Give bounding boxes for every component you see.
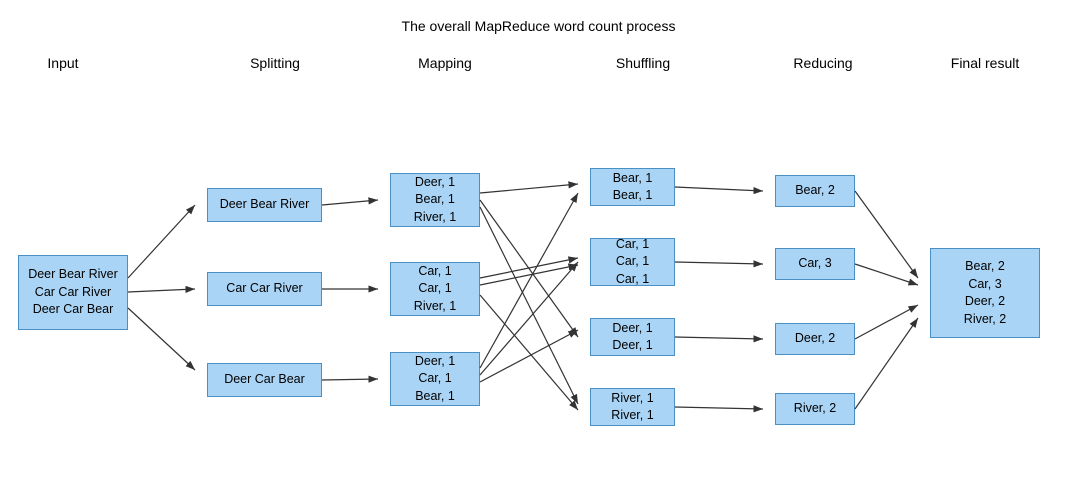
final-box: Bear, 2 Car, 3 Deer, 2 River, 2 bbox=[930, 248, 1040, 338]
red-box-1: Bear, 2 bbox=[775, 175, 855, 207]
shuf-box-2: Car, 1 Car, 1 Car, 1 bbox=[590, 238, 675, 286]
shuf-box-4: River, 1 River, 1 bbox=[590, 388, 675, 426]
col-label-mapping: Mapping bbox=[390, 55, 500, 71]
red-box-3: Deer, 2 bbox=[775, 323, 855, 355]
col-label-splitting: Splitting bbox=[210, 55, 340, 71]
split-box-3: Deer Car Bear bbox=[207, 363, 322, 397]
red-box-2: Car, 3 bbox=[775, 248, 855, 280]
shuf-box-3: Deer, 1 Deer, 1 bbox=[590, 318, 675, 356]
shuf-box-1: Bear, 1 Bear, 1 bbox=[590, 168, 675, 206]
arrows-svg bbox=[0, 0, 1077, 500]
split-box-2: Car Car River bbox=[207, 272, 322, 306]
diagram-container: The overall MapReduce word count process… bbox=[0, 0, 1077, 500]
map-box-1: Deer, 1 Bear, 1 River, 1 bbox=[390, 173, 480, 227]
diagram-title: The overall MapReduce word count process bbox=[0, 18, 1077, 34]
input-box: Deer Bear River Car Car River Deer Car B… bbox=[18, 255, 128, 330]
map-box-2: Car, 1 Car, 1 River, 1 bbox=[390, 262, 480, 316]
col-label-reducing: Reducing bbox=[773, 55, 873, 71]
col-label-shuffling: Shuffling bbox=[588, 55, 698, 71]
split-box-1: Deer Bear River bbox=[207, 188, 322, 222]
col-label-input: Input bbox=[18, 55, 108, 71]
col-label-final: Final result bbox=[930, 55, 1040, 71]
map-box-3: Deer, 1 Car, 1 Bear, 1 bbox=[390, 352, 480, 406]
red-box-4: River, 2 bbox=[775, 393, 855, 425]
